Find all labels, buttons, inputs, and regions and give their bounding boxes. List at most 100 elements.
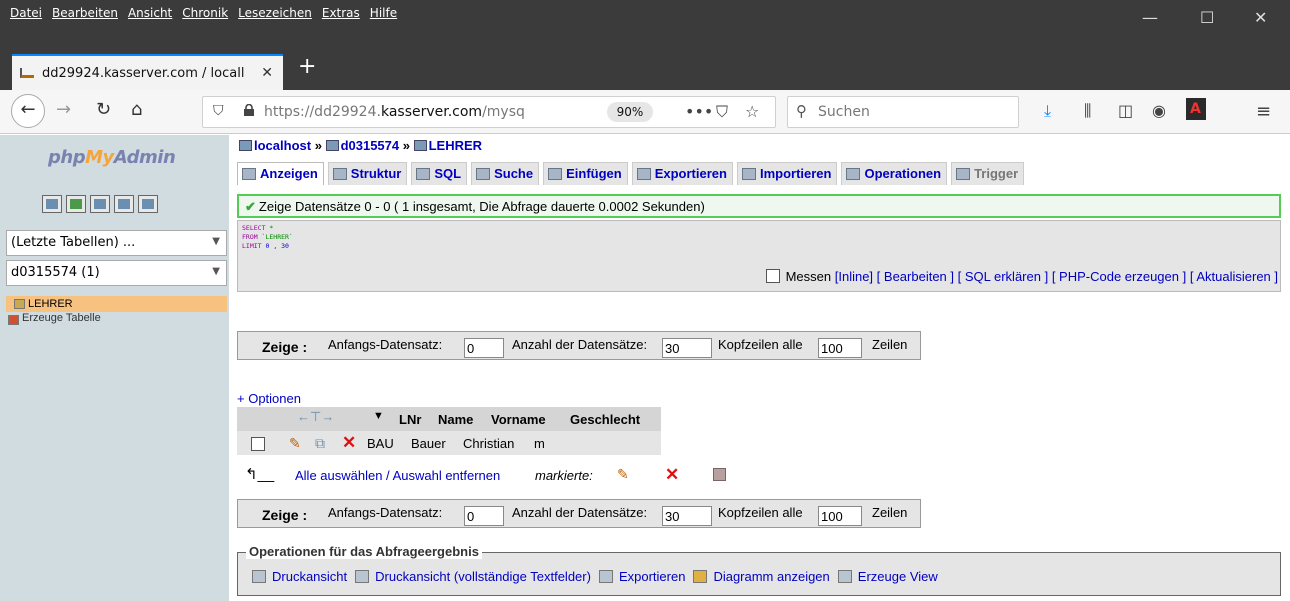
sql-code: SELECT * FROM `LEHRER` LIMIT 0 , 30 [242,224,293,251]
reload-icon[interactable]: ↻ [96,99,111,120]
new-tab-icon[interactable]: + [298,54,316,79]
menu-ansicht[interactable]: Ansicht [128,6,172,20]
tab-exportieren[interactable]: Exportieren [631,162,733,185]
edit-pencil-icon[interactable]: ✎ [289,435,301,452]
row-checkbox[interactable] [251,437,265,451]
tab-importieren[interactable]: Importieren [736,162,838,185]
create-table-link[interactable]: Erzeuge Tabelle [6,312,101,325]
print-view-full-link[interactable]: Druckansicht (vollständige Textfelder) [355,569,591,584]
pocket-icon[interactable]: ⛉ [716,102,728,122]
tab-sql[interactable]: SQL [411,162,468,185]
header-input[interactable]: 100 [818,338,862,358]
select-all-link[interactable]: Alle auswählen / Auswahl entfernen [295,468,500,483]
menu-lesezeichen[interactable]: Lesezeichen [238,6,312,20]
header-input[interactable]: 100 [818,506,862,526]
column-resize-icon[interactable]: ←⊤→ [297,409,334,425]
reload-icon[interactable] [138,195,158,213]
browser-tab[interactable]: dd29924.kasserver.com / locall ✕ [12,54,283,90]
measure-checkbox[interactable] [765,269,780,283]
sidebar-table-lehrer[interactable]: LEHRER [6,296,227,312]
column-header-name[interactable]: Name [438,412,473,427]
count-input[interactable]: 30 [662,338,712,358]
search-input[interactable]: ⚲ Suchen [787,96,1019,128]
edit-marked-icon[interactable]: ✎ [617,466,629,483]
print-view-link[interactable]: Druckansicht [252,569,347,584]
tab-einfuegen[interactable]: Einfügen [543,162,628,185]
pdf-extension-icon[interactable]: A [1186,98,1206,120]
delete-marked-icon[interactable]: ✕ [665,465,679,485]
column-header-geschlecht[interactable]: Geschlecht [570,412,640,427]
database-select[interactable]: d0315574 (1) ▼ [6,260,227,286]
import-icon [741,168,756,180]
start-input[interactable]: 0 [464,506,504,526]
close-window-icon[interactable]: ✕ [1254,8,1267,27]
tab-trigger[interactable]: Trigger [951,162,1025,185]
menu-datei[interactable]: Datei [10,6,42,20]
php-code-link[interactable]: [ PHP-Code erzeugen ] [1052,269,1186,284]
zoom-badge[interactable]: 90% [607,102,653,122]
tab-anzeigen[interactable]: Anzeigen [237,162,324,185]
forward-icon[interactable]: → [56,99,71,120]
options-link[interactable]: + Optionen [237,391,301,406]
breadcrumb-database[interactable]: d0315574 [341,138,400,153]
download-icon[interactable]: ⤓ [1044,101,1051,121]
sql-select-rest: * [265,224,274,232]
edit-sql-link[interactable]: [ Bearbeiten ] [877,269,954,284]
create-view-link[interactable]: Erzeuge View [837,569,938,584]
maximize-icon[interactable]: ☐ [1200,8,1214,27]
menu-hilfe[interactable]: Hilfe [370,6,397,20]
delete-row-icon[interactable]: ✕ [342,433,356,453]
show-button[interactable]: Zeige : [262,339,307,355]
start-input[interactable]: 0 [464,338,504,358]
copy-row-icon[interactable]: ⧉ [315,435,325,452]
start-label: Anfangs-Datensatz: [328,505,443,520]
hamburger-menu-icon[interactable]: ≡ [1256,101,1271,122]
menu-extras[interactable]: Extras [322,6,360,20]
sql-query-box: SELECT * FROM `LEHRER` LIMIT 0 , 30 Mess… [237,220,1281,292]
tab-operationen[interactable]: Operationen [841,162,948,185]
show-button[interactable]: Zeige : [262,507,307,523]
account-icon[interactable]: ◉ [1152,101,1166,120]
column-header-lnr[interactable]: LNr [399,412,421,427]
refresh-link[interactable]: [ Aktualisieren ] [1190,269,1278,284]
tab-strip: dd29924.kasserver.com / locall ✕ + [0,50,1290,90]
column-header-vorname[interactable]: Vorname [491,412,546,427]
close-tab-icon[interactable]: ✕ [261,65,273,81]
library-icon[interactable]: ⫼ [1084,101,1091,121]
recent-tables-value: (Letzte Tabellen) ... [11,235,136,250]
phpmyadmin-logo[interactable]: phpMyAdmin [48,147,176,168]
tab-suche[interactable]: Suche [471,162,540,185]
recent-tables-select[interactable]: (Letzte Tabellen) ... ▼ [6,230,227,256]
export-link[interactable]: Exportieren [598,569,685,584]
view-icon [837,570,852,583]
export-marked-icon[interactable] [713,468,726,481]
menu-chronik[interactable]: Chronik [182,6,228,20]
home-icon[interactable]: ⌂ [131,99,142,120]
back-icon[interactable]: ← [11,94,45,128]
count-input[interactable]: 30 [662,506,712,526]
shield-icon[interactable]: ⛉ [213,103,224,119]
sidebar-toggle-icon[interactable]: ◫ [1118,101,1133,120]
page-actions-icon[interactable]: ••• [685,102,713,121]
new-table-icon [8,315,19,325]
header-label: Kopfzeilen alle [718,337,803,352]
search-icon: ⚲ [796,102,807,120]
sort-menu-icon[interactable]: ▼ [373,410,384,422]
chart-link[interactable]: Diagramm anzeigen [693,569,830,584]
bookmark-star-icon[interactable]: ☆ [745,102,759,121]
exit-icon[interactable] [66,195,86,213]
breadcrumb-table[interactable]: LEHRER [429,138,482,153]
sql-query-icon[interactable] [90,195,110,213]
database-value: d0315574 (1) [11,265,100,280]
create-table-label: Erzeuge Tabelle [22,312,101,324]
minimize-icon[interactable]: — [1142,8,1158,27]
tab-struktur[interactable]: Struktur [327,162,408,185]
explain-sql-link[interactable]: [ SQL erklären ] [958,269,1049,284]
breadcrumb-server[interactable]: localhost [254,138,311,153]
home-icon[interactable] [42,195,62,213]
menu-bearbeiten[interactable]: Bearbeiten [52,6,118,20]
inline-link[interactable]: [Inline] [835,269,873,284]
url-bar[interactable]: ⛉ https://dd29924.kasserver.com/mysq 90%… [202,96,776,128]
lock-icon[interactable] [243,104,255,116]
docs-icon[interactable] [114,195,134,213]
